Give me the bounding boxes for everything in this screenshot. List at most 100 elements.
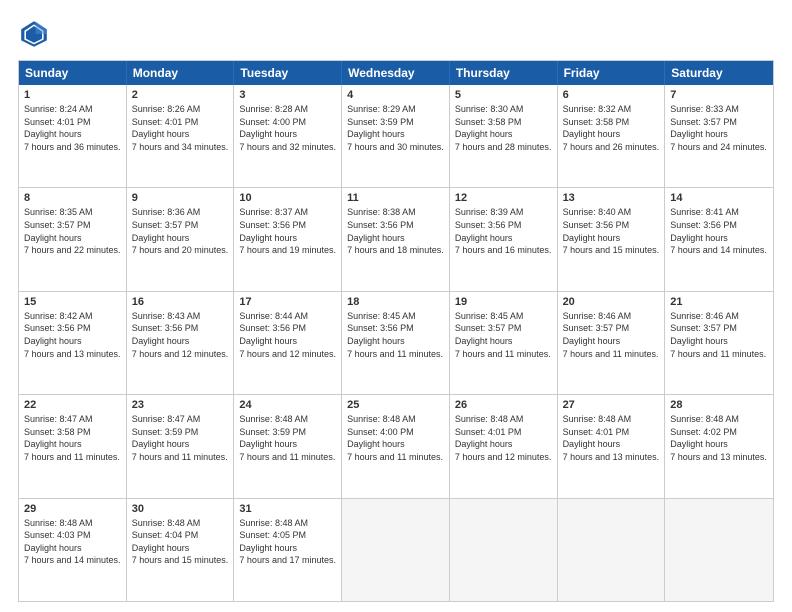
- day-info: Sunrise: 8:46 AMSunset: 3:57 PMDaylight …: [670, 310, 768, 360]
- day-info: Sunrise: 8:30 AMSunset: 3:58 PMDaylight …: [455, 103, 552, 153]
- day-number: 30: [132, 503, 229, 515]
- day-number: 1: [24, 89, 121, 101]
- day-number: 18: [347, 296, 444, 308]
- day-info: Sunrise: 8:26 AMSunset: 4:01 PMDaylight …: [132, 103, 229, 153]
- day-cell-28: 28 Sunrise: 8:48 AMSunset: 4:02 PMDayligh…: [665, 395, 773, 497]
- day-number: 31: [239, 503, 336, 515]
- day-cell-23: 23 Sunrise: 8:47 AMSunset: 3:59 PMDayligh…: [127, 395, 235, 497]
- day-info: Sunrise: 8:42 AMSunset: 3:56 PMDaylight …: [24, 310, 121, 360]
- day-cell-5: 5 Sunrise: 8:30 AMSunset: 3:58 PMDaylight…: [450, 85, 558, 187]
- day-cell-31: 31 Sunrise: 8:48 AMSunset: 4:05 PMDayligh…: [234, 499, 342, 601]
- day-cell-3: 3Sunrise: 8:28 AMSunset: 4:00 PMDaylight…: [234, 85, 342, 187]
- week-row-4: 22 Sunrise: 8:47 AMSunset: 3:58 PMDayligh…: [19, 394, 773, 497]
- day-number: 2: [132, 89, 229, 101]
- day-info: Sunrise: 8:33 AMSunset: 3:57 PMDaylight …: [670, 103, 768, 153]
- day-cell-2: 2 Sunrise: 8:26 AMSunset: 4:01 PMDaylight…: [127, 85, 235, 187]
- day-info: Sunrise: 8:48 AMSunset: 4:01 PMDaylight …: [563, 413, 660, 463]
- day-cell-14: 14 Sunrise: 8:41 AMSunset: 3:56 PMDayligh…: [665, 188, 773, 290]
- day-number: 16: [132, 296, 229, 308]
- day-info: Sunrise: 8:48 AMSunset: 4:03 PMDaylight …: [24, 517, 121, 567]
- day-number: 23: [132, 399, 229, 411]
- day-info: Sunrise: 8:47 AMSunset: 3:59 PMDaylight …: [132, 413, 229, 463]
- day-cell-24: 24Sunrise: 8:48 AMSunset: 3:59 PMDayligh…: [234, 395, 342, 497]
- day-number: 5: [455, 89, 552, 101]
- day-info: Sunrise: 8:37 AMSunset: 3:56 PMDaylight …: [239, 206, 336, 256]
- day-info: Sunrise: 8:38 AMSunset: 3:56 PMDaylight …: [347, 206, 444, 256]
- day-number: 4: [347, 89, 444, 101]
- day-cell-19: 19 Sunrise: 8:45 AMSunset: 3:57 PMDayligh…: [450, 292, 558, 394]
- col-header-tuesday: Tuesday: [234, 61, 342, 85]
- day-cell-22: 22 Sunrise: 8:47 AMSunset: 3:58 PMDayligh…: [19, 395, 127, 497]
- day-cell-13: 13 Sunrise: 8:40 AMSunset: 3:56 PMDayligh…: [558, 188, 666, 290]
- day-info: Sunrise: 8:45 AMSunset: 3:56 PMDaylight …: [347, 310, 444, 360]
- day-number: 12: [455, 192, 552, 204]
- day-info: Sunrise: 8:24 AMSunset: 4:01 PMDaylight …: [24, 103, 121, 153]
- week-row-5: 29Sunrise: 8:48 AMSunset: 4:03 PMDayligh…: [19, 498, 773, 601]
- day-cell-16: 16 Sunrise: 8:43 AMSunset: 3:56 PMDayligh…: [127, 292, 235, 394]
- day-number: 8: [24, 192, 121, 204]
- day-number: 19: [455, 296, 552, 308]
- day-info: Sunrise: 8:28 AMSunset: 4:00 PMDaylight …: [239, 103, 336, 153]
- day-cell-15: 15 Sunrise: 8:42 AMSunset: 3:56 PMDayligh…: [19, 292, 127, 394]
- page: SundayMondayTuesdayWednesdayThursdayFrid…: [0, 0, 792, 612]
- day-info: Sunrise: 8:45 AMSunset: 3:57 PMDaylight …: [455, 310, 552, 360]
- day-info: Sunrise: 8:48 AMSunset: 4:00 PMDaylight …: [347, 413, 444, 463]
- day-cell-20: 20 Sunrise: 8:46 AMSunset: 3:57 PMDayligh…: [558, 292, 666, 394]
- day-info: Sunrise: 8:41 AMSunset: 3:56 PMDaylight …: [670, 206, 768, 256]
- day-number: 14: [670, 192, 768, 204]
- col-header-saturday: Saturday: [665, 61, 773, 85]
- day-cell-29: 29Sunrise: 8:48 AMSunset: 4:03 PMDayligh…: [19, 499, 127, 601]
- day-number: 27: [563, 399, 660, 411]
- day-info: Sunrise: 8:32 AMSunset: 3:58 PMDaylight …: [563, 103, 660, 153]
- day-cell-7: 7 Sunrise: 8:33 AMSunset: 3:57 PMDaylight…: [665, 85, 773, 187]
- day-number: 28: [670, 399, 768, 411]
- day-info: Sunrise: 8:35 AMSunset: 3:57 PMDaylight …: [24, 206, 121, 256]
- day-cell-17: 17 Sunrise: 8:44 AMSunset: 3:56 PMDayligh…: [234, 292, 342, 394]
- day-info: Sunrise: 8:48 AMSunset: 4:04 PMDaylight …: [132, 517, 229, 567]
- day-cell-11: 11 Sunrise: 8:38 AMSunset: 3:56 PMDayligh…: [342, 188, 450, 290]
- logo: [18, 18, 54, 50]
- day-number: 6: [563, 89, 660, 101]
- day-info: Sunrise: 8:48 AMSunset: 4:01 PMDaylight …: [455, 413, 552, 463]
- day-number: 26: [455, 399, 552, 411]
- day-cell-25: 25 Sunrise: 8:48 AMSunset: 4:00 PMDayligh…: [342, 395, 450, 497]
- day-cell-8: 8 Sunrise: 8:35 AMSunset: 3:57 PMDaylight…: [19, 188, 127, 290]
- empty-cell: [558, 499, 666, 601]
- day-cell-18: 18 Sunrise: 8:45 AMSunset: 3:56 PMDayligh…: [342, 292, 450, 394]
- day-info: Sunrise: 8:40 AMSunset: 3:56 PMDaylight …: [563, 206, 660, 256]
- col-header-monday: Monday: [127, 61, 235, 85]
- day-info: Sunrise: 8:43 AMSunset: 3:56 PMDaylight …: [132, 310, 229, 360]
- day-cell-4: 4 Sunrise: 8:29 AMSunset: 3:59 PMDaylight…: [342, 85, 450, 187]
- day-info: Sunrise: 8:29 AMSunset: 3:59 PMDaylight …: [347, 103, 444, 153]
- calendar: SundayMondayTuesdayWednesdayThursdayFrid…: [18, 60, 774, 602]
- week-row-2: 8 Sunrise: 8:35 AMSunset: 3:57 PMDaylight…: [19, 187, 773, 290]
- day-number: 25: [347, 399, 444, 411]
- empty-cell: [665, 499, 773, 601]
- day-number: 17: [239, 296, 336, 308]
- header: [18, 18, 774, 50]
- day-number: 7: [670, 89, 768, 101]
- empty-cell: [450, 499, 558, 601]
- day-info: Sunrise: 8:46 AMSunset: 3:57 PMDaylight …: [563, 310, 660, 360]
- day-number: 10: [239, 192, 336, 204]
- week-row-1: 1 Sunrise: 8:24 AMSunset: 4:01 PMDaylight…: [19, 85, 773, 187]
- day-number: 11: [347, 192, 444, 204]
- day-cell-26: 26 Sunrise: 8:48 AMSunset: 4:01 PMDayligh…: [450, 395, 558, 497]
- day-info: Sunrise: 8:47 AMSunset: 3:58 PMDaylight …: [24, 413, 121, 463]
- day-info: Sunrise: 8:48 AMSunset: 4:02 PMDaylight …: [670, 413, 768, 463]
- day-info: Sunrise: 8:39 AMSunset: 3:56 PMDaylight …: [455, 206, 552, 256]
- day-cell-12: 12 Sunrise: 8:39 AMSunset: 3:56 PMDayligh…: [450, 188, 558, 290]
- day-info: Sunrise: 8:44 AMSunset: 3:56 PMDaylight …: [239, 310, 336, 360]
- day-number: 22: [24, 399, 121, 411]
- day-cell-1: 1 Sunrise: 8:24 AMSunset: 4:01 PMDaylight…: [19, 85, 127, 187]
- calendar-header: SundayMondayTuesdayWednesdayThursdayFrid…: [19, 61, 773, 85]
- logo-icon: [18, 18, 50, 50]
- day-number: 15: [24, 296, 121, 308]
- day-number: 13: [563, 192, 660, 204]
- day-cell-30: 30 Sunrise: 8:48 AMSunset: 4:04 PMDayligh…: [127, 499, 235, 601]
- day-cell-10: 10 Sunrise: 8:37 AMSunset: 3:56 PMDayligh…: [234, 188, 342, 290]
- day-cell-21: 21Sunrise: 8:46 AMSunset: 3:57 PMDayligh…: [665, 292, 773, 394]
- col-header-thursday: Thursday: [450, 61, 558, 85]
- day-number: 20: [563, 296, 660, 308]
- day-info: Sunrise: 8:48 AMSunset: 4:05 PMDaylight …: [239, 517, 336, 567]
